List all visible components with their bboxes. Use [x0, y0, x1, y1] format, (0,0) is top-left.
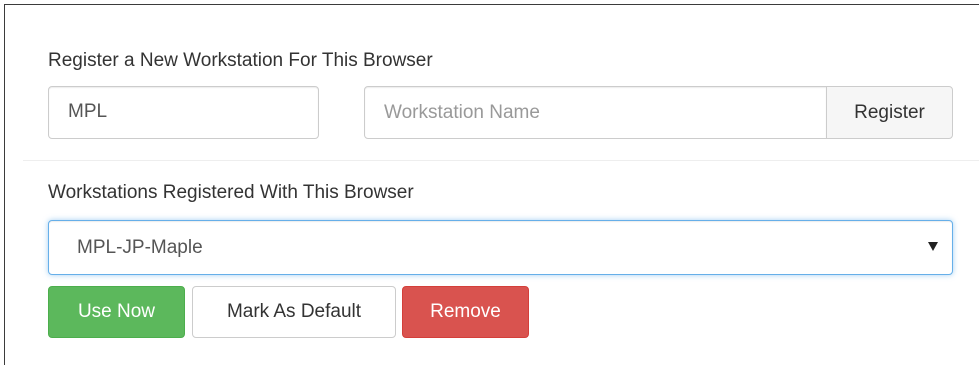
- workstation-panel: Register a New Workstation For This Brow…: [4, 4, 979, 365]
- section-divider: [23, 160, 979, 161]
- workstation-name-input-group: Register: [364, 86, 953, 139]
- caret-down-icon: [928, 242, 938, 251]
- remove-button[interactable]: Remove: [402, 286, 529, 338]
- workstation-prefix-field[interactable]: MPL: [48, 86, 319, 139]
- register-button[interactable]: Register: [826, 86, 953, 139]
- register-section-label: Register a New Workstation For This Brow…: [48, 50, 433, 71]
- use-now-button[interactable]: Use Now: [48, 286, 185, 338]
- selected-workstation-value: MPL-JP-Maple: [77, 237, 203, 258]
- workstation-select[interactable]: MPL-JP-Maple: [48, 220, 953, 275]
- registered-section-label: Workstations Registered With This Browse…: [48, 182, 414, 203]
- mark-as-default-button[interactable]: Mark As Default: [192, 286, 396, 338]
- workstation-name-input[interactable]: [364, 86, 827, 139]
